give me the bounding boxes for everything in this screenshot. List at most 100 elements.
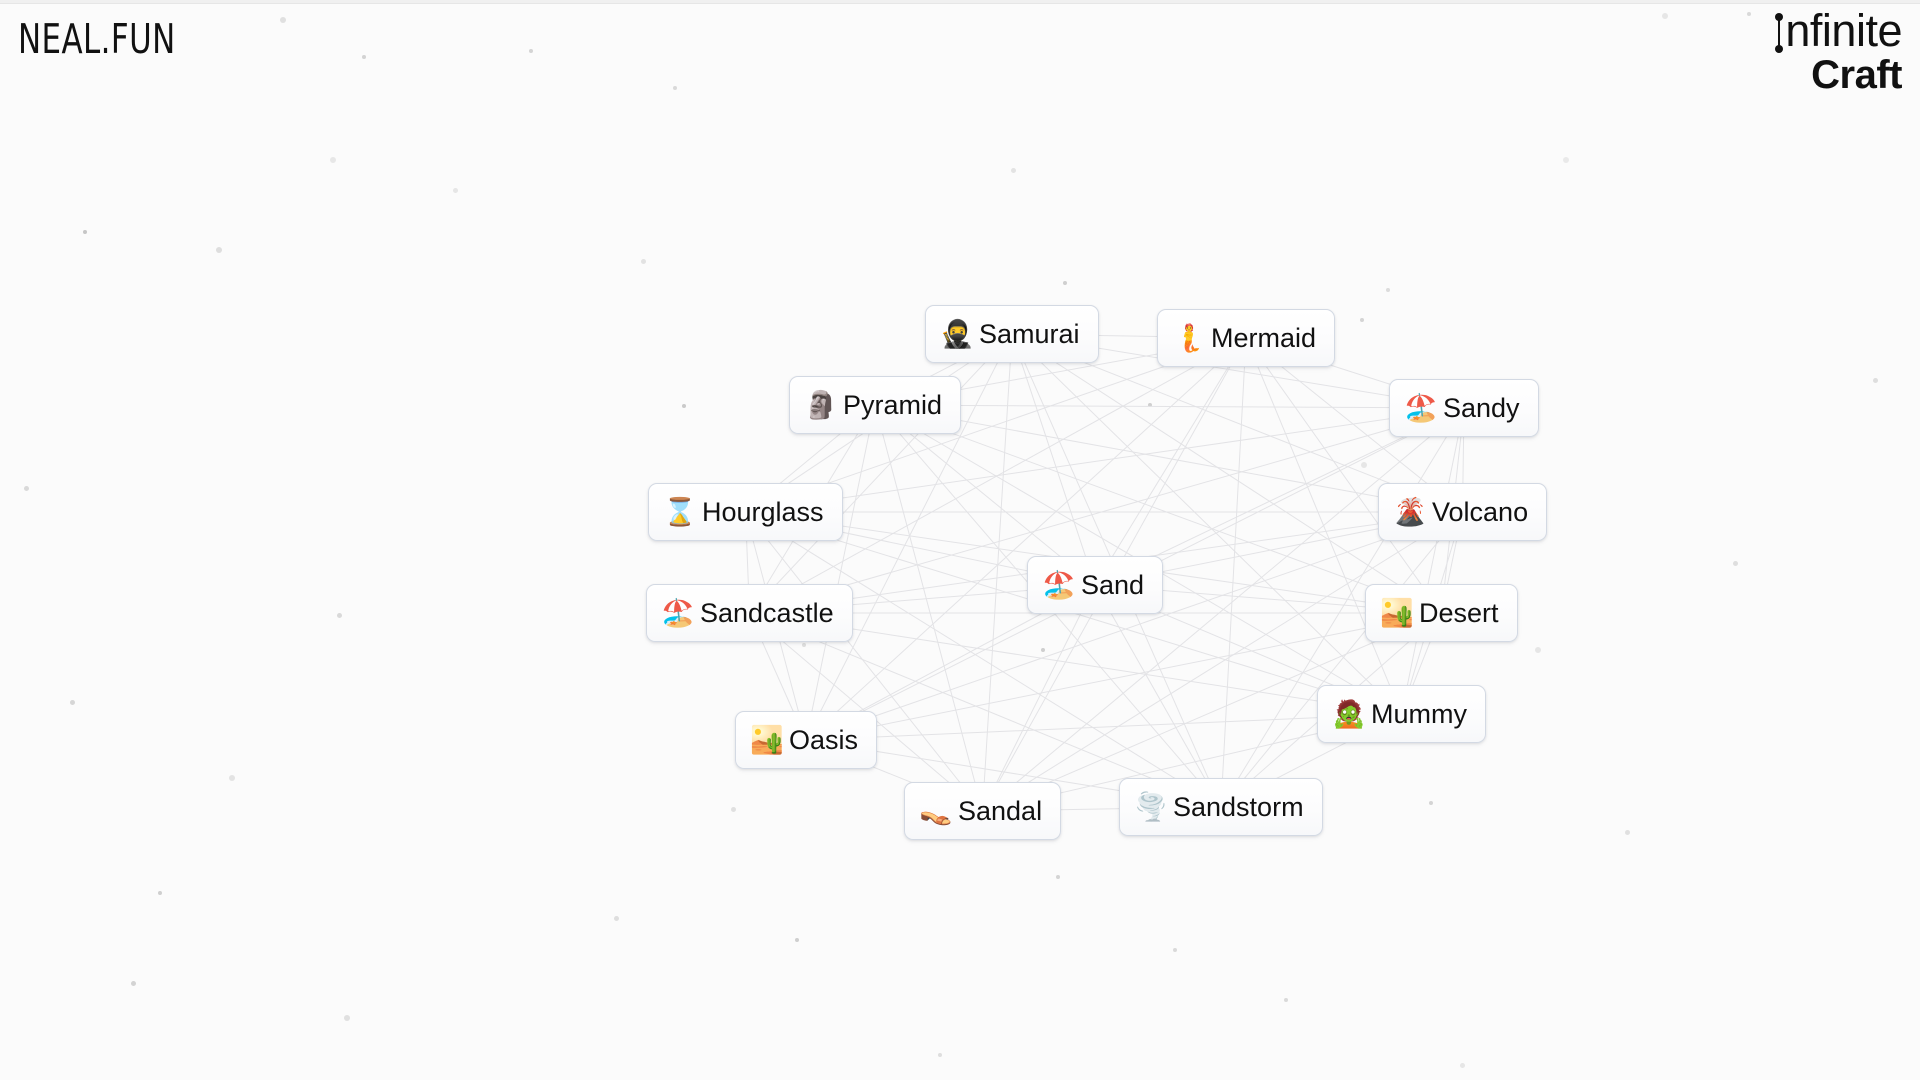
connection-line (1220, 337, 1247, 808)
background-speck (336, 612, 342, 618)
connection-line (1094, 584, 1222, 808)
sandstorm-emoji-icon: 🌪️ (1134, 791, 1168, 822)
background-speck (682, 404, 686, 408)
background-speck (529, 49, 533, 53)
background-speck (802, 643, 806, 647)
element-card-sandy[interactable]: 🏖️ Sandy (1389, 379, 1539, 437)
background-speck (640, 258, 646, 264)
background-speck (280, 17, 286, 23)
background-speck (23, 485, 29, 491)
i-dot-top (1775, 13, 1784, 21)
background-speck (730, 806, 736, 812)
background-speck (1361, 462, 1367, 468)
background-speck (1386, 288, 1390, 292)
element-card-mermaid[interactable]: 🧜 Mermaid (1157, 309, 1336, 367)
background-speck (130, 980, 136, 986)
element-card-oasis[interactable]: 🏜️ Oasis (735, 711, 878, 769)
background-speck (362, 55, 366, 59)
sandal-emoji-icon: 👡 (919, 795, 953, 826)
mummy-emoji-icon: 🧟 (1332, 698, 1366, 729)
background-speck (1459, 1062, 1465, 1068)
background-speck (1662, 13, 1668, 19)
connection-line (805, 713, 1402, 741)
background-speck (1173, 948, 1177, 952)
element-card-sand[interactable]: 🏖️ Sand (1027, 556, 1164, 614)
background-speck (1624, 829, 1630, 835)
element-card-sandal[interactable]: 👡 Sandal (904, 782, 1062, 840)
stylised-i-glyph (1775, 13, 1784, 53)
connection-line (874, 404, 983, 812)
element-label: Sand (1081, 569, 1145, 600)
background-speck (330, 157, 336, 163)
background-speck (1429, 801, 1433, 805)
background-speck (1284, 998, 1288, 1002)
element-label: Mermaid (1211, 322, 1317, 353)
element-card-sandcastle[interactable]: 🏖️ Sandcastle (646, 584, 853, 642)
background-speck (1063, 281, 1067, 285)
samurai-emoji-icon: 🥷 (940, 318, 974, 349)
element-label: Hourglass (702, 496, 824, 527)
background-speck (216, 247, 222, 253)
crafting-canvas[interactable]: NEAL.FUN nfinite Craft 🥷 Samurai 🧜 Mermaid 🗿… (0, 0, 1920, 1080)
element-connection-lines (745, 333, 1465, 812)
element-label: Mummy (1371, 698, 1467, 729)
background-speck (1148, 403, 1152, 407)
element-label: Volcano (1432, 496, 1529, 527)
element-card-pyramid[interactable]: 🗿 Pyramid (789, 376, 962, 434)
connection-line (982, 333, 1013, 812)
logo-infinite-text: nfinite (1785, 5, 1902, 56)
background-speck (673, 86, 677, 90)
pyramid-emoji-icon: 🗿 (804, 389, 838, 420)
element-card-volcano[interactable]: 🌋 Volcano (1378, 483, 1548, 541)
element-label: Sandal (958, 795, 1043, 826)
background-speck (1360, 318, 1364, 322)
background-specks (0, 0, 1920, 1080)
background-speck (158, 891, 162, 895)
element-label: Samurai (979, 318, 1080, 349)
neal-fun-logo[interactable]: NEAL.FUN (18, 16, 176, 64)
background-speck (452, 187, 458, 193)
connection-line (1011, 333, 1402, 715)
mermaid-emoji-icon: 🧜 (1172, 322, 1206, 353)
background-speck (613, 915, 619, 921)
connection-line (982, 584, 1096, 812)
oasis-emoji-icon: 🏜️ (750, 724, 784, 755)
background-speck (795, 938, 799, 942)
element-label: Sandstorm (1173, 791, 1304, 822)
element-label: Oasis (789, 724, 859, 755)
background-speck (69, 699, 75, 705)
connection-line (1094, 337, 1247, 586)
background-speck (344, 1015, 350, 1021)
sandcastle-emoji-icon: 🏖️ (661, 597, 695, 628)
background-speck (1872, 377, 1878, 383)
desert-emoji-icon: 🏜️ (1380, 597, 1414, 628)
element-label: Sandy (1443, 392, 1520, 423)
connection-line (805, 404, 876, 741)
background-speck (229, 775, 235, 781)
hourglass-emoji-icon: ⌛ (663, 496, 697, 527)
connection-line (1401, 407, 1465, 715)
background-speck (83, 230, 87, 234)
element-label: Pyramid (843, 389, 943, 420)
element-card-desert[interactable]: 🏜️ Desert (1365, 584, 1518, 642)
background-speck (1732, 560, 1738, 566)
i-dot-bottom (1775, 45, 1784, 53)
sand-emoji-icon: 🏖️ (1042, 569, 1076, 600)
background-speck (1563, 157, 1569, 163)
logo-line-craft: Craft (1811, 53, 1902, 97)
element-card-mummy[interactable]: 🧟 Mummy (1317, 685, 1486, 743)
element-card-hourglass[interactable]: ⌛ Hourglass (648, 483, 843, 541)
connection-line (1011, 333, 1096, 586)
element-card-samurai[interactable]: 🥷 Samurai (925, 305, 1099, 363)
background-speck (938, 1053, 942, 1057)
background-speck (1041, 648, 1045, 652)
connection-line (1220, 511, 1463, 808)
infinite-craft-logo: nfinite Craft (1775, 8, 1902, 95)
background-speck (1747, 12, 1751, 16)
element-label: Desert (1419, 597, 1499, 628)
background-speck (1056, 875, 1060, 879)
element-card-sandstorm[interactable]: 🌪️ Sandstorm (1119, 778, 1323, 836)
background-speck (1535, 647, 1541, 653)
connection-line (874, 404, 1465, 409)
connection-line (874, 404, 1463, 513)
